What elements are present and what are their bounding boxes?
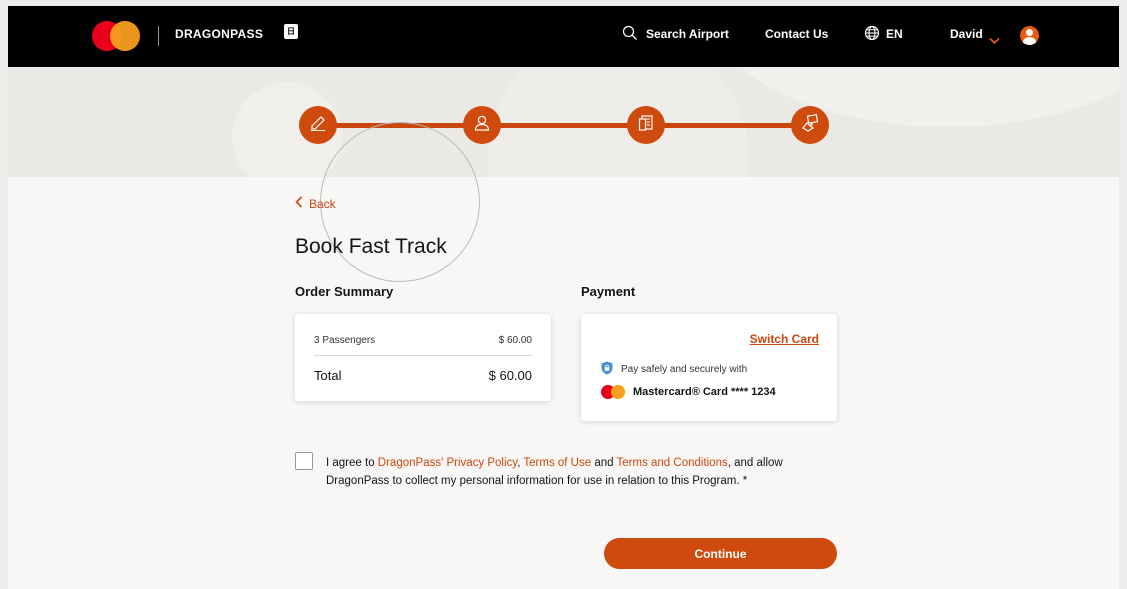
progress-banner bbox=[8, 67, 1119, 177]
user-menu-name[interactable]: David bbox=[950, 27, 983, 41]
line-item-value: $ 60.00 bbox=[498, 335, 532, 346]
document-icon bbox=[636, 113, 656, 137]
summary-divider bbox=[314, 355, 532, 356]
switch-card-link[interactable]: Switch Card bbox=[750, 332, 819, 346]
consent-text: I agree to DragonPass' Privacy Policy, T… bbox=[326, 454, 836, 490]
search-airport-link[interactable]: Search Airport bbox=[646, 27, 729, 41]
continue-button[interactable]: Continue bbox=[604, 538, 837, 569]
total-label: Total bbox=[314, 368, 342, 383]
dragonpass-brand[interactable]: DRAGONPASS bbox=[175, 27, 263, 41]
step-edit bbox=[299, 106, 337, 144]
language-selector[interactable]: EN bbox=[886, 27, 903, 41]
top-navigation-bar: DRAGONPASS 日常 Search Airport Contact Us … bbox=[8, 6, 1119, 67]
card-number-text: Mastercard® Card **** 1234 bbox=[633, 386, 776, 398]
payment-card: Switch Card Pay safely and securely with… bbox=[581, 314, 837, 421]
chevron-left-icon bbox=[295, 196, 303, 211]
shield-lock-icon bbox=[601, 361, 613, 378]
secure-payment-note: Pay safely and securely with bbox=[601, 361, 747, 378]
header-divider bbox=[158, 26, 159, 46]
payment-heading: Payment bbox=[581, 284, 636, 299]
consent-sep2: and bbox=[591, 457, 617, 469]
mini-mc-yellow bbox=[611, 385, 625, 399]
step-review bbox=[627, 106, 665, 144]
order-summary-card: 3 Passengers $ 60.00 Total $ 60.00 bbox=[295, 314, 551, 401]
step-confirmation bbox=[791, 106, 829, 144]
contact-us-link[interactable]: Contact Us bbox=[765, 27, 828, 41]
terms-of-use-link[interactable]: Terms of Use bbox=[523, 457, 591, 469]
line-item-label: 3 Passengers bbox=[314, 335, 376, 346]
back-label: Back bbox=[309, 196, 336, 211]
avatar-body bbox=[1023, 37, 1036, 45]
dragonpass-badge-icon: 日常 bbox=[284, 24, 298, 51]
consent-prefix: I agree to bbox=[326, 457, 378, 469]
selected-card: Mastercard® Card **** 1234 bbox=[601, 385, 776, 399]
consent-checkbox[interactable] bbox=[295, 452, 313, 470]
app-frame: DRAGONPASS 日常 Search Airport Contact Us … bbox=[8, 6, 1119, 589]
avatar-head bbox=[1026, 29, 1033, 36]
search-icon[interactable] bbox=[622, 25, 638, 45]
page-title: Book Fast Track bbox=[295, 235, 447, 258]
mastercard-logo[interactable] bbox=[92, 21, 142, 51]
step-passenger bbox=[463, 106, 501, 144]
back-link[interactable]: Back bbox=[295, 196, 336, 211]
secure-payment-text: Pay safely and securely with bbox=[621, 364, 748, 375]
chevron-down-icon[interactable] bbox=[989, 30, 1000, 49]
privacy-policy-link[interactable]: DragonPass' Privacy Policy bbox=[378, 457, 517, 469]
person-icon bbox=[472, 113, 492, 137]
decorative-arc bbox=[708, 67, 1119, 127]
mastercard-yellow-circle bbox=[110, 21, 140, 51]
user-avatar-icon[interactable] bbox=[1020, 26, 1039, 45]
decorative-circle-large bbox=[488, 67, 748, 177]
globe-icon[interactable] bbox=[864, 25, 880, 45]
order-summary-heading: Order Summary bbox=[295, 284, 394, 299]
pencil-icon bbox=[308, 113, 328, 137]
terms-and-conditions-link[interactable]: Terms and Conditions bbox=[617, 457, 728, 469]
ticket-hand-icon bbox=[800, 113, 820, 137]
mastercard-icon bbox=[601, 385, 625, 399]
total-value: $ 60.00 bbox=[488, 368, 532, 383]
